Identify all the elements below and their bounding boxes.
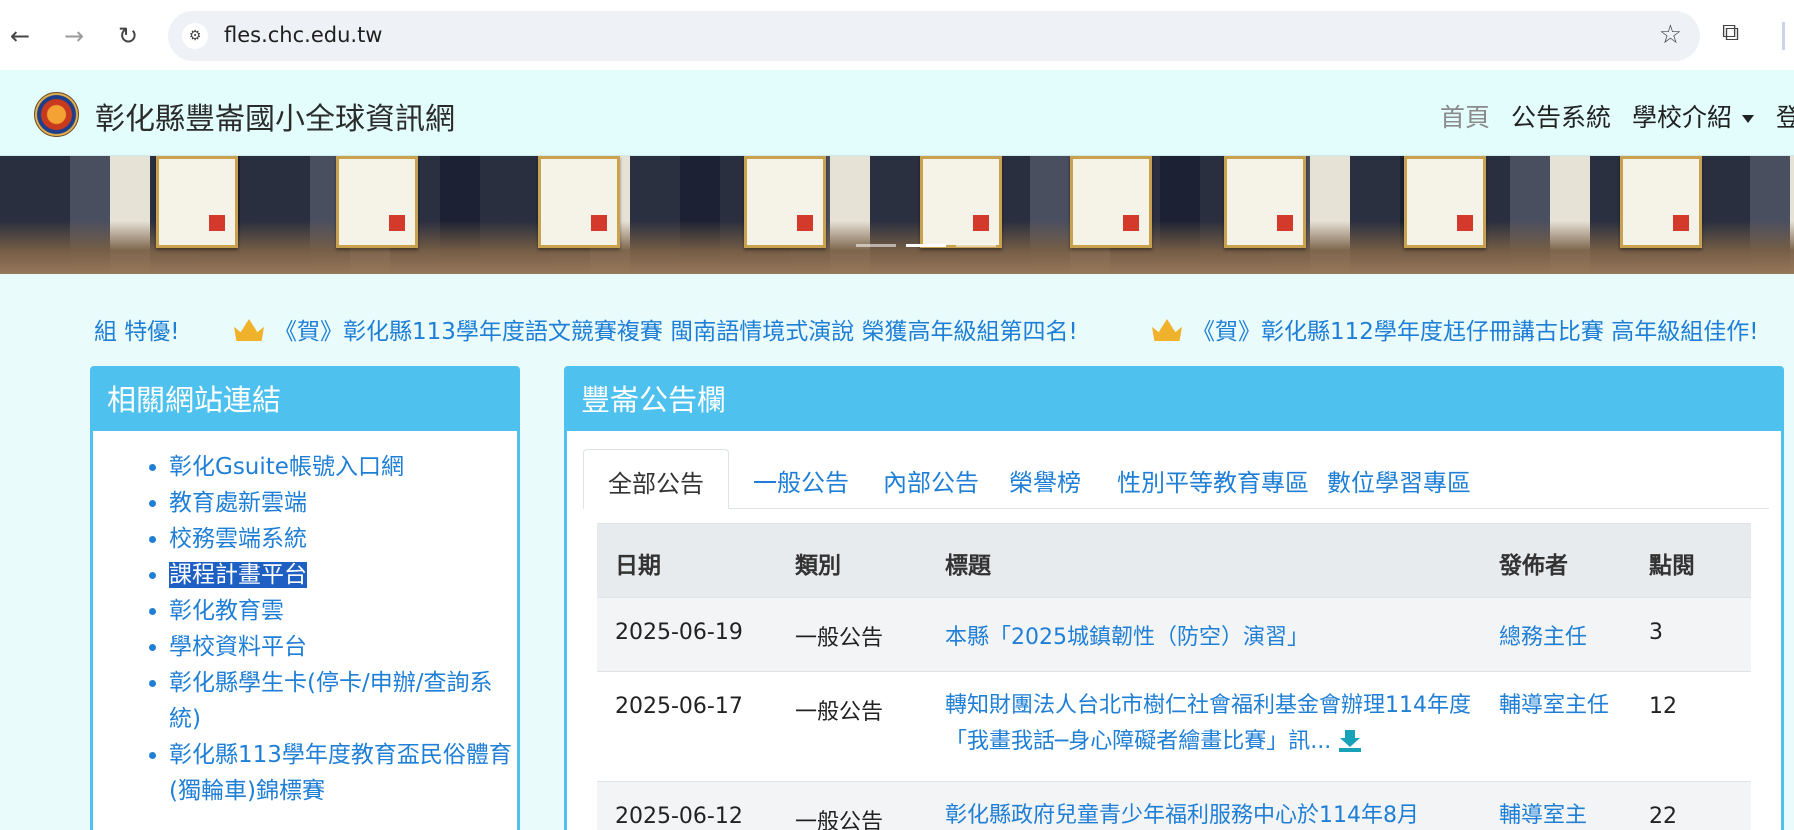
col-category: 類別: [795, 553, 841, 579]
tab-digital-learning[interactable]: 數位學習專區: [1303, 449, 1495, 509]
bookmark-star-icon[interactable]: ☆: [1659, 20, 1682, 50]
link-student-card[interactable]: 彰化縣學生卡(停卡/申辦/查詢系統): [169, 665, 517, 737]
url-text[interactable]: fles.chc.edu.tw: [224, 23, 382, 47]
marquee-item[interactable]: 組 特優!: [94, 312, 180, 346]
toolbar-divider: [1782, 22, 1785, 50]
site-info-icon[interactable]: ⚙: [182, 23, 208, 49]
marquee-item[interactable]: 《賀》彰化縣112學年度尪仔冊講古比賽 高年級組佳作!: [1152, 312, 1758, 346]
related-links-list: 彰化Gsuite帳號入口網 教育處新雲端 校務雲端系統 課程計畫平台 彰化教育雲…: [93, 431, 517, 809]
table-row: 2025-06-19 一般公告 本縣「2025城鎮韌性（防空）演習」 總務主任 …: [597, 597, 1751, 671]
carousel-dot[interactable]: [956, 244, 996, 247]
carousel-dot[interactable]: [856, 244, 896, 247]
banner-certificate: [1224, 156, 1306, 248]
banner-certificate: [1620, 156, 1702, 248]
banner-certificate: [1070, 156, 1152, 248]
row-date: 2025-06-19: [615, 620, 743, 645]
tab-gender-equality[interactable]: 性別平等教育專區: [1093, 449, 1333, 509]
tab-all[interactable]: 全部公告: [583, 449, 729, 509]
chevron-down-icon: [1742, 115, 1755, 123]
row-views: 12: [1649, 694, 1677, 719]
tab-general[interactable]: 一般公告: [729, 449, 873, 509]
row-publisher-link[interactable]: 輔導室主: [1499, 798, 1609, 830]
announcement-tabs: 全部公告 一般公告 內部公告 榮譽榜 性別平等教育專區 數位學習專區: [583, 449, 1769, 509]
row-date: 2025-06-17: [615, 694, 743, 719]
row-views: 3: [1649, 620, 1663, 645]
site-title[interactable]: 彰化縣豐崙國小全球資訊網: [95, 94, 455, 138]
link-school-affairs[interactable]: 校務雲端系統: [169, 521, 517, 557]
menu-home[interactable]: 首頁: [1440, 98, 1490, 134]
forward-icon[interactable]: →: [56, 18, 92, 54]
link-unicycle-tournament[interactable]: 彰化縣113學年度教育盃民俗體育(獨輪車)錦標賽: [169, 737, 517, 809]
tab-internal[interactable]: 內部公告: [859, 449, 1003, 509]
row-title-link[interactable]: 轉知財團法人台北市樹仁社會福利基金會辦理114年度「我畫我話─身心障礙者繪畫比賽…: [945, 688, 1485, 760]
link-gsuite[interactable]: 彰化Gsuite帳號入口網: [169, 449, 517, 485]
school-logo[interactable]: [34, 92, 79, 137]
menu-school-intro-label: 學校介紹: [1632, 103, 1733, 132]
col-date: 日期: [615, 553, 661, 579]
marquee-item[interactable]: 《賀》彰化縣113學年度語文競賽複賽 閩南語情境式演說 榮獲高年級組第四名!: [234, 312, 1078, 346]
related-links-panel: 相關網站連結 彰化Gsuite帳號入口網 教育處新雲端 校務雲端系統 課程計畫平…: [90, 366, 520, 830]
banner-certificate: [156, 156, 238, 248]
banner-certificate: [744, 156, 826, 248]
row-publisher-link[interactable]: 總務主任: [1499, 620, 1609, 656]
banner-certificate: [1404, 156, 1486, 248]
address-bar[interactable]: ⚙ fles.chc.edu.tw ☆: [168, 11, 1700, 61]
menu-login[interactable]: 登: [1776, 98, 1794, 134]
table-row: 2025-06-17 一般公告 轉知財團法人台北市樹仁社會福利基金會辦理114年…: [597, 671, 1751, 781]
col-title: 標題: [945, 553, 991, 579]
link-curriculum-plan[interactable]: 課程計畫平台: [169, 557, 517, 593]
browser-toolbar: ← → ↻ ⚙ fles.chc.edu.tw ☆ ⧉: [0, 0, 1794, 70]
announcements-table: 日期 類別 標題 發佈者 點閱 2025-06-19 一般公告 本縣「2025城…: [597, 523, 1751, 830]
table-row: 2025-06-12 一般公告 彰化縣政府兒童青少年福利服務中心於114年8月 …: [597, 781, 1751, 830]
news-marquee: 組 特優! 《賀》彰化縣113學年度語文競賽複賽 閩南語情境式演說 榮獲高年級組…: [0, 308, 1794, 348]
link-school-data[interactable]: 學校資料平台: [169, 629, 517, 665]
menu-announcements[interactable]: 公告系統: [1511, 98, 1611, 134]
menu-school-intro[interactable]: 學校介紹: [1632, 98, 1755, 134]
tab-honor-roll[interactable]: 榮譽榜: [985, 449, 1105, 509]
reload-icon[interactable]: ↻: [110, 18, 146, 54]
row-views: 22: [1649, 804, 1677, 829]
row-date: 2025-06-12: [615, 804, 743, 829]
table-header: 日期 類別 標題 發佈者 點閱: [597, 523, 1751, 597]
row-category: 一般公告: [795, 700, 884, 725]
row-title-link[interactable]: 彰化縣政府兒童青少年福利服務中心於114年8月: [945, 798, 1485, 830]
related-links-heading: 相關網站連結: [93, 369, 517, 431]
crown-icon: [234, 319, 264, 341]
row-title-link[interactable]: 本縣「2025城鎮韌性（防空）演習」: [945, 620, 1485, 656]
row-publisher-link[interactable]: 輔導室主任: [1499, 688, 1609, 724]
link-changhua-edu-cloud[interactable]: 彰化教育雲: [169, 593, 517, 629]
link-edu-cloud-new[interactable]: 教育處新雲端: [169, 485, 517, 521]
announcements-heading: 豐崙公告欄: [567, 369, 1781, 431]
carousel-indicators: [856, 232, 1006, 251]
banner-carousel[interactable]: [0, 156, 1794, 274]
announcements-panel: 豐崙公告欄 全部公告 一般公告 內部公告 榮譽榜 性別平等教育專區 數位學習專區…: [564, 366, 1784, 830]
col-views: 點閱: [1649, 553, 1695, 579]
download-icon[interactable]: [1339, 730, 1362, 752]
row-category: 一般公告: [795, 626, 884, 651]
banner-certificate: [538, 156, 620, 248]
row-category: 一般公告: [795, 810, 884, 830]
back-icon[interactable]: ←: [2, 18, 38, 54]
carousel-dot-active[interactable]: [906, 244, 946, 247]
banner-certificate: [336, 156, 418, 248]
col-publisher: 發佈者: [1499, 553, 1568, 579]
crown-icon: [1152, 319, 1182, 341]
site-navbar: 彰化縣豐崙國小全球資訊網 首頁 公告系統 學校介紹 登: [0, 70, 1794, 156]
extensions-icon[interactable]: ⧉: [1722, 18, 1739, 46]
